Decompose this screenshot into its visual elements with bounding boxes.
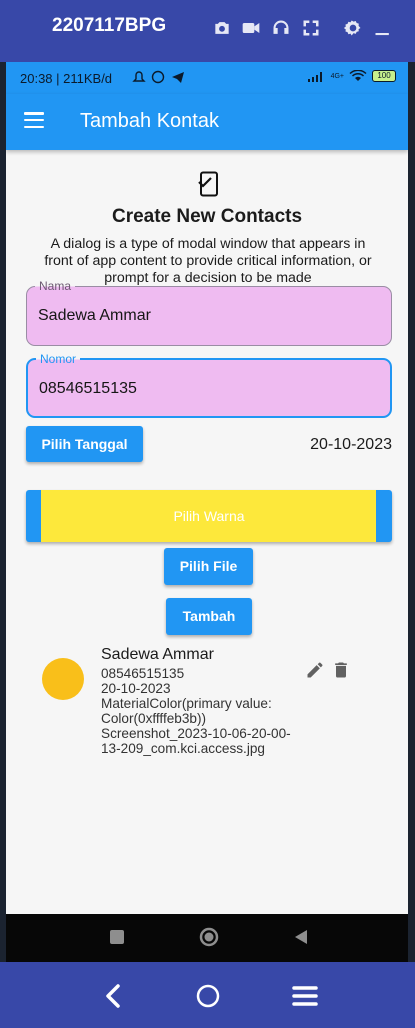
app-bar: Tambah Kontak <box>6 94 408 150</box>
status-bar: 20:38 | 211KB/d 4G+ 100 <box>6 62 408 94</box>
contact-phone: 08546515135 <box>101 666 185 681</box>
pick-date-button[interactable]: Pilih Tanggal <box>26 426 143 462</box>
menu-lines-icon[interactable] <box>289 980 321 1012</box>
page-title: Create New Contacts <box>111 206 303 227</box>
fullscreen-icon[interactable] <box>300 18 322 40</box>
nama-value[interactable]: Sadewa Ammar <box>38 307 151 325</box>
contact-info: Sadewa Ammar 08546515135 20-10-2023 Mate… <box>101 646 291 756</box>
add-contact-button[interactable]: Tambah <box>166 598 252 635</box>
camera-icon[interactable] <box>211 18 233 40</box>
wifi-icon <box>349 70 367 81</box>
window-titlebar: 2207117BPG <box>0 0 415 62</box>
signal-icon <box>307 72 322 82</box>
window-title: 2207117BPG <box>52 15 167 36</box>
network-type: 4G+ <box>330 72 344 80</box>
status-time: 20:38 | 211KB/d <box>20 71 113 86</box>
status-indicators: 4G+ 100 <box>307 70 396 82</box>
pick-file-button[interactable]: Pilih File <box>164 548 253 585</box>
notification-icons <box>132 70 186 87</box>
nomor-value[interactable]: 08546515135 <box>39 380 137 398</box>
nama-field[interactable]: Nama Sadewa Ammar <box>26 279 392 346</box>
system-navigation-bar <box>6 914 408 962</box>
desktop-background-right <box>408 62 415 962</box>
back-icon[interactable] <box>98 980 130 1012</box>
nomor-field[interactable]: Nomor 08546515135 <box>26 352 392 418</box>
pick-color-label: Pilih Warna <box>173 508 245 524</box>
contact-name: Sadewa Ammar <box>101 646 214 663</box>
settings-icon[interactable] <box>342 18 364 40</box>
minimize-icon[interactable] <box>372 18 394 40</box>
home-icon[interactable] <box>192 980 224 1012</box>
delete-icon[interactable] <box>331 659 351 681</box>
recents-button-icon[interactable] <box>106 926 128 948</box>
back-button-icon[interactable] <box>290 926 312 948</box>
phone-check-icon <box>198 171 218 197</box>
home-button-icon[interactable] <box>198 926 220 948</box>
phone-screen: 20:38 | 211KB/d 4G+ 100 Tambah Kontak Cr… <box>6 62 408 962</box>
contact-color: MaterialColor(primary value: Color(0xfff… <box>101 696 272 726</box>
headphones-icon[interactable] <box>270 18 292 40</box>
pick-color-button[interactable]: Pilih Warna <box>26 490 392 542</box>
battery-icon: 100 <box>372 70 396 82</box>
video-icon[interactable] <box>240 18 262 40</box>
app-bar-title: Tambah Kontak <box>80 110 219 132</box>
nama-label: Nama <box>35 279 76 293</box>
contact-color-avatar <box>42 658 84 700</box>
menu-icon[interactable] <box>24 112 44 129</box>
contact-file: Screenshot_2023-10-06-20-00-13-209_com.k… <box>101 726 291 756</box>
contact-date: 20-10-2023 <box>101 681 171 696</box>
edit-icon[interactable] <box>305 660 325 680</box>
nomor-label: Nomor <box>36 352 81 366</box>
selected-date: 20-10-2023 <box>310 436 392 453</box>
page-description: A dialog is a type of modal window that … <box>44 236 372 286</box>
